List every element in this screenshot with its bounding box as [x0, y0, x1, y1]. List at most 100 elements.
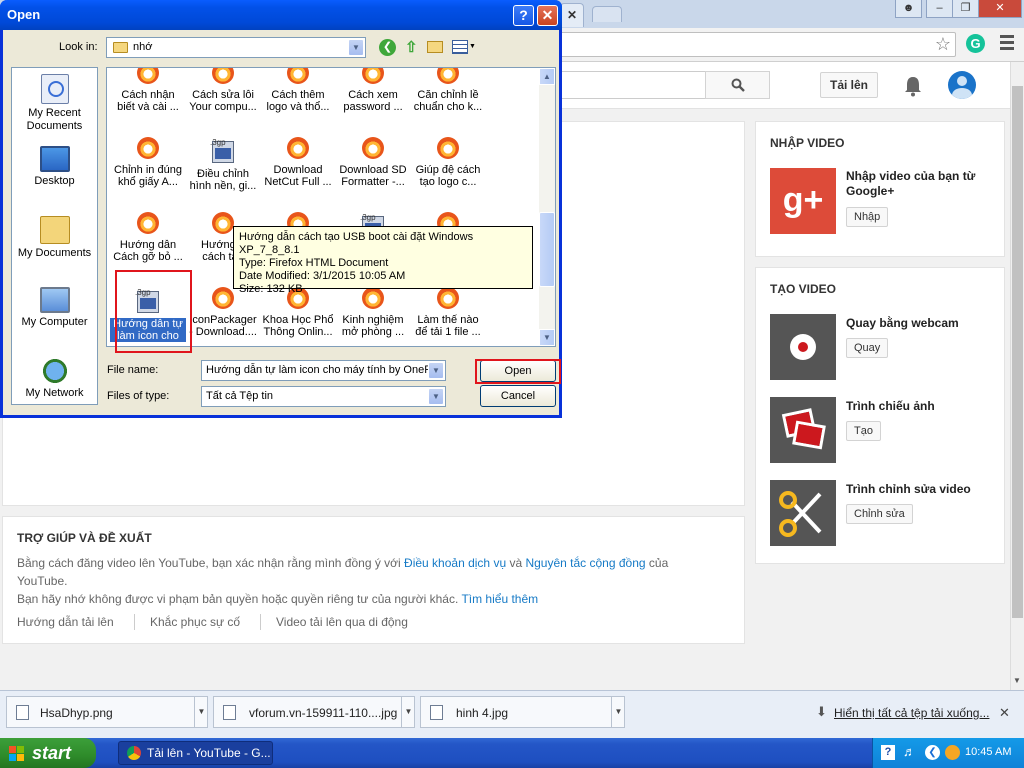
- download-item[interactable]: HsaDhyp.png ▼: [6, 696, 208, 728]
- troubleshoot-link[interactable]: Khắc phục sự cố: [150, 615, 240, 629]
- close-window-button[interactable]: ✕: [978, 0, 1022, 18]
- file-item[interactable]: Cách thêm logo và thổ...: [260, 68, 336, 113]
- file-item[interactable]: Download SD Formatter -...: [335, 137, 411, 188]
- place-recent-documents[interactable]: My Recent Documents: [12, 74, 97, 133]
- windows-logo-icon: [9, 746, 24, 761]
- minimize-button[interactable]: –: [926, 0, 953, 18]
- terms-of-service-link[interactable]: Điều khoản dịch vụ: [404, 556, 506, 570]
- file-name-line: Thông Onlin...: [263, 326, 333, 338]
- profile-icon[interactable]: ☻: [895, 0, 922, 18]
- file-type-dropdown[interactable]: Tất cả Tệp tin ▼: [201, 386, 446, 407]
- grammarly-extension-icon[interactable]: G: [966, 34, 985, 53]
- taskbar-chrome-window[interactable]: Tải lên - YouTube - G...: [118, 741, 273, 765]
- page-scrollbar[interactable]: ▼: [1010, 62, 1024, 690]
- file-item[interactable]: Download NetCut Full ...: [260, 137, 336, 188]
- dropdown-arrow-icon[interactable]: ▼: [428, 362, 444, 379]
- up-folder-icon[interactable]: ⇧: [405, 38, 418, 56]
- account-avatar[interactable]: [948, 71, 976, 99]
- webcam-title: Quay bằng webcam: [846, 316, 959, 330]
- tab-close-icon[interactable]: ✕: [567, 8, 577, 22]
- learn-more-link[interactable]: Tìm hiểu thêm: [461, 592, 538, 606]
- scroll-down-arrow-icon[interactable]: ▼: [539, 329, 555, 346]
- download-item[interactable]: vforum.vn-159911-110....jpg ▼: [213, 696, 415, 728]
- file-item[interactable]: .3gp Hướng dẫn tự làm icon cho: [110, 287, 186, 342]
- new-tab-button[interactable]: [592, 6, 622, 22]
- import-button[interactable]: Nhập: [846, 207, 889, 227]
- record-button[interactable]: Quay: [846, 338, 889, 358]
- upload-guide-link[interactable]: Hướng dẫn tải lên: [17, 615, 114, 629]
- file-item[interactable]: Chỉnh in đúng khổ giấy A...: [110, 137, 186, 188]
- file-item[interactable]: Cách sửa lỗi Your compu...: [185, 68, 261, 113]
- help-button[interactable]: ?: [513, 5, 534, 26]
- file-name-line: tạo logo c...: [419, 176, 477, 188]
- firefox-document-icon: [362, 137, 384, 159]
- place-my-computer[interactable]: My Computer: [12, 287, 97, 329]
- file-name-line: hình nền, gi...: [189, 180, 257, 192]
- community-guidelines-link[interactable]: Nguyên tắc cộng đồng: [525, 556, 645, 570]
- page-scroll-thumb[interactable]: [1012, 86, 1023, 618]
- place-label: My Recent Documents: [26, 107, 83, 132]
- taskbar-task-label: Tải lên - YouTube - G...: [147, 746, 271, 760]
- back-tray-icon[interactable]: ❮: [925, 745, 940, 760]
- file-list-scroll-thumb[interactable]: [539, 212, 555, 287]
- place-desktop[interactable]: Desktop: [12, 146, 97, 188]
- new-folder-icon[interactable]: [427, 41, 443, 53]
- back-icon[interactable]: ❮: [379, 39, 396, 56]
- scroll-up-arrow-icon[interactable]: ▲: [539, 68, 555, 85]
- download-menu-arrow-icon[interactable]: ▼: [401, 697, 415, 727]
- chrome-icon: [127, 746, 141, 760]
- places-bar: My Recent Documents Desktop My Documents…: [11, 67, 98, 405]
- upload-button[interactable]: Tải lên: [820, 72, 878, 98]
- close-downloads-icon[interactable]: ✕: [999, 705, 1010, 721]
- windows-taskbar: start Tải lên - YouTube - G... ? ♬ ❮ 10:…: [0, 738, 1024, 768]
- bookmark-star-icon[interactable]: ☆: [935, 34, 951, 55]
- file-list-scrollbar[interactable]: ▲ ▼: [539, 68, 555, 346]
- youtube-search-button[interactable]: [705, 71, 770, 99]
- view-menu-arrow-icon[interactable]: ▼: [469, 43, 476, 50]
- close-dialog-button[interactable]: ✕: [537, 5, 558, 26]
- file-list-view[interactable]: Cách nhận biết và cài ... Cách sửa lỗi Your…: [106, 67, 556, 347]
- volume-tray-icon[interactable]: ♬: [903, 744, 916, 759]
- view-menu-icon[interactable]: [452, 40, 468, 54]
- app-tray-icon[interactable]: [945, 745, 960, 760]
- file-item[interactable]: Giúp đệ cách tạo logo c...: [410, 137, 486, 188]
- create-video-panel: TẠO VIDEO Quay bằng webcam Quay Trình ch…: [755, 267, 1005, 564]
- download-item[interactable]: hinh 4.jpg ▼: [420, 696, 625, 728]
- file-name-input[interactable]: Hướng dẫn tự làm icon cho máy tính by On…: [201, 360, 446, 381]
- file-item[interactable]: Cách nhận biết và cài ...: [110, 68, 186, 113]
- cancel-button[interactable]: Cancel: [480, 385, 556, 407]
- help-tray-icon[interactable]: ?: [881, 745, 895, 760]
- address-bar[interactable]: ☆: [560, 32, 956, 57]
- youtube-search-input[interactable]: [560, 71, 705, 99]
- download-menu-arrow-icon[interactable]: ▼: [611, 697, 625, 727]
- restore-button[interactable]: ❐: [952, 0, 979, 18]
- file-item[interactable]: Hướng dẫn Cách gỡ bỏ ...: [110, 212, 186, 263]
- place-my-network[interactable]: My Network: [12, 358, 97, 400]
- start-button[interactable]: start: [0, 738, 96, 768]
- file-item[interactable]: Cách xem password ...: [335, 68, 411, 113]
- scissors-glyph: [779, 491, 822, 537]
- download-menu-arrow-icon[interactable]: ▼: [194, 697, 208, 727]
- browser-tab-active[interactable]: ✕: [560, 3, 584, 27]
- help-paragraph-1-end: YouTube.: [17, 574, 68, 588]
- look-in-dropdown[interactable]: nhớ ▼: [106, 37, 366, 58]
- file-tooltip: Hướng dẫn cách tạo USB boot cài đặt Wind…: [233, 226, 533, 295]
- edit-video-button[interactable]: Chỉnh sửa: [846, 504, 913, 524]
- dropdown-arrow-icon[interactable]: ▼: [428, 388, 444, 405]
- create-slideshow-button[interactable]: Tạo: [846, 421, 881, 441]
- open-button[interactable]: Open: [480, 360, 556, 382]
- scroll-down-arrow-icon[interactable]: ▼: [1013, 676, 1021, 685]
- chrome-menu-icon[interactable]: [1000, 35, 1014, 50]
- place-my-documents[interactable]: My Documents: [12, 216, 97, 260]
- notifications-bell-icon[interactable]: [903, 75, 923, 97]
- help-text-span: Bạn hãy nhớ không được vi phạm bản quyền…: [17, 592, 462, 606]
- dialog-titlebar[interactable]: Open ? ✕: [0, 0, 562, 30]
- file-item[interactable]: Căn chỉnh lề chuẩn cho k...: [410, 68, 486, 113]
- file-name-line: Làm thế nào: [417, 314, 479, 326]
- file-name-line: password ...: [343, 101, 403, 113]
- show-all-downloads-link[interactable]: Hiển thị tất cả tệp tải xuống...: [834, 706, 989, 720]
- dropdown-arrow-icon[interactable]: ▼: [348, 39, 364, 56]
- place-label: Desktop: [34, 175, 75, 187]
- file-item[interactable]: .3gp Điều chỉnh hình nền, gi...: [185, 137, 261, 192]
- mobile-upload-link[interactable]: Video tải lên qua di động: [276, 615, 408, 629]
